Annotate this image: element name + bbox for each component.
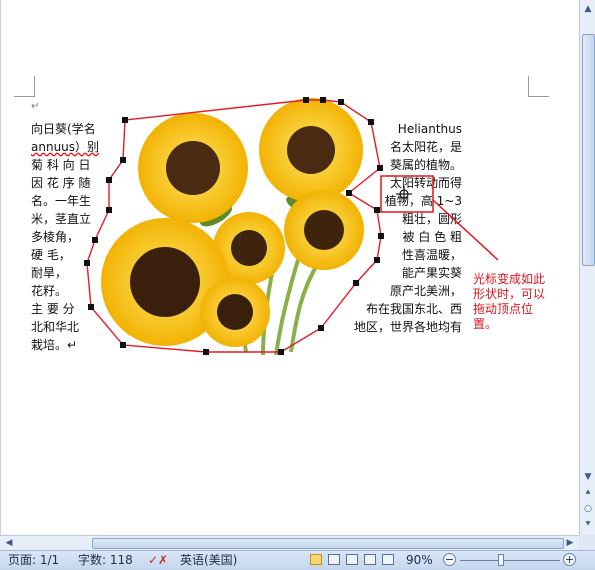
- vertex-handle[interactable]: [378, 233, 384, 239]
- annotation-line: 置。: [473, 317, 498, 331]
- print-layout-view-icon[interactable]: [310, 554, 322, 565]
- scroll-up-button[interactable]: ▲: [581, 2, 595, 16]
- scroll-down-button[interactable]: ▼: [581, 470, 595, 484]
- proofing-icon[interactable]: ✓✗: [148, 551, 168, 569]
- zoom-slider-track[interactable]: [460, 560, 560, 561]
- full-screen-reading-view-icon[interactable]: [328, 554, 340, 565]
- vertex-handle[interactable]: [84, 260, 90, 266]
- vertex-handle[interactable]: [377, 165, 383, 171]
- sunflower-icon: [138, 113, 248, 223]
- vertex-handle[interactable]: [338, 99, 344, 105]
- vertical-scrollbar[interactable]: ▲ ▼ ⯅ ○ ⯆: [579, 0, 595, 535]
- horizontal-scroll-thumb[interactable]: [92, 538, 564, 549]
- horizontal-scrollbar[interactable]: ◀ ▶: [0, 535, 579, 550]
- annotation-line: 拖动顶点位: [473, 302, 534, 316]
- annotation-line: 光标变成如此: [473, 272, 546, 286]
- vertex-handle[interactable]: [346, 190, 352, 196]
- vertex-handle[interactable]: [106, 207, 112, 213]
- vertex-handle[interactable]: [203, 349, 209, 355]
- zoom-out-button[interactable]: −: [443, 553, 456, 566]
- vertex-handle[interactable]: [106, 177, 112, 183]
- vertex-handle[interactable]: [120, 157, 126, 163]
- page-count[interactable]: 页面: 1/1: [8, 551, 59, 569]
- language-indicator[interactable]: 英语(美国): [180, 551, 237, 569]
- zoom-level[interactable]: 90%: [406, 551, 433, 569]
- draft-view-icon[interactable]: [382, 554, 394, 565]
- vertex-handle[interactable]: [92, 237, 98, 243]
- vertex-handle[interactable]: [368, 119, 374, 125]
- zoom-slider-thumb[interactable]: [498, 554, 504, 566]
- status-bar: 页面: 1/1 字数: 118 ✓✗ 英语(美国) 90% − +: [0, 550, 595, 570]
- vertex-handle[interactable]: [374, 257, 380, 263]
- annotation-line: 形状时，可以: [473, 287, 546, 301]
- sunflower-icon: [259, 98, 363, 202]
- move-cursor-icon: [396, 186, 412, 202]
- scroll-left-button[interactable]: ◀: [2, 536, 16, 550]
- select-browse-object-button[interactable]: ○: [581, 502, 595, 516]
- vertex-handle[interactable]: [120, 342, 126, 348]
- vertex-handle[interactable]: [122, 117, 128, 123]
- vertex-handle[interactable]: [320, 97, 326, 103]
- outline-view-icon[interactable]: [364, 554, 376, 565]
- web-layout-view-icon[interactable]: [346, 554, 358, 565]
- zoom-in-button[interactable]: +: [563, 553, 576, 566]
- sunflower-icon: [200, 277, 270, 347]
- vertex-handle[interactable]: [353, 280, 359, 286]
- sunflower-icon: [284, 190, 364, 270]
- previous-page-button[interactable]: ⯅: [581, 486, 595, 500]
- vertex-handle[interactable]: [318, 325, 324, 331]
- cursor-highlight: [380, 175, 499, 261]
- next-page-button[interactable]: ⯆: [581, 518, 595, 532]
- vertex-handle[interactable]: [88, 304, 94, 310]
- sunflower-image[interactable]: [1, 0, 580, 535]
- vertex-handle[interactable]: [374, 207, 380, 213]
- scroll-right-button[interactable]: ▶: [563, 536, 577, 550]
- vertex-handle[interactable]: [278, 349, 284, 355]
- word-count[interactable]: 字数: 118: [78, 551, 133, 569]
- vertex-handle[interactable]: [303, 97, 309, 103]
- vertical-scroll-thumb[interactable]: [582, 34, 595, 266]
- document-canvas[interactable]: ↵ 向日葵(学名 annuus）别 菊 科 向 日 因 花 序 随 名。一年生 …: [0, 0, 580, 535]
- annotation-note: 光标变成如此 形状时，可以 拖动顶点位 置。: [473, 272, 573, 332]
